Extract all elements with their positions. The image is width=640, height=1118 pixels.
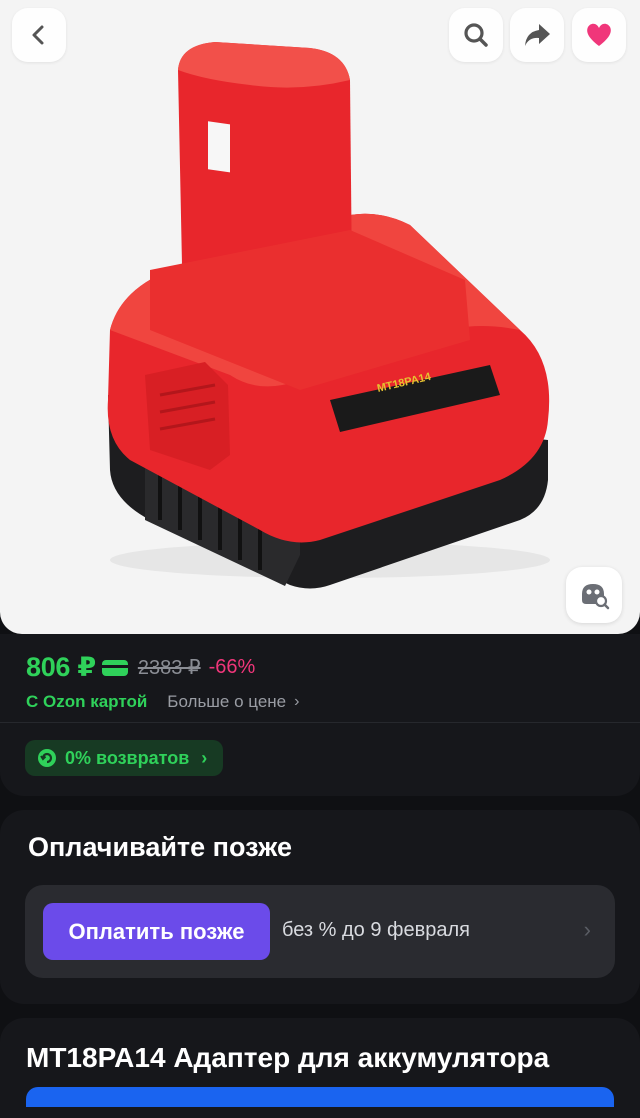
chevron-right-icon: › — [583, 917, 591, 942]
pay-later-section: Оплачивайте позже Оплатить позже без % д… — [0, 810, 640, 1004]
chevron-right-icon: › — [294, 693, 300, 710]
price-details[interactable]: С Ozon картой Больше о цене › — [26, 692, 299, 712]
back-button[interactable] — [12, 8, 66, 62]
divider — [0, 722, 640, 723]
price-row[interactable]: 806 ₽ 2383 ₽ -66% — [26, 652, 255, 683]
ozon-card-label: С Ozon картой — [26, 692, 148, 711]
chevron-right-icon: › — [201, 747, 208, 768]
favorite-button[interactable] — [572, 8, 626, 62]
discount-badge: -66% — [208, 656, 256, 678]
product-image-gallery[interactable]: MT18PA14 — [0, 0, 640, 634]
share-button[interactable] — [510, 8, 564, 62]
chevron-left-icon — [32, 25, 44, 45]
image-search-icon — [582, 584, 610, 610]
search-icon — [464, 23, 488, 47]
pay-later-button[interactable]: Оплатить позже — [43, 903, 270, 960]
share-arrow-icon — [525, 24, 550, 46]
product-banner[interactable] — [26, 1087, 614, 1107]
pay-later-title: Оплачивайте позже — [28, 832, 292, 862]
product-title-section: MT18PA14 Адаптер для аккумулятора — [0, 1018, 640, 1118]
heart-icon — [587, 23, 611, 46]
ozon-card-icon — [101, 659, 128, 676]
pay-later-description: без % до 9 февраля — [282, 919, 470, 941]
returns-badge[interactable]: 0% возвратов › — [25, 740, 224, 776]
product-photo: MT18PA14 — [107, 42, 550, 589]
old-price: 2383 ₽ — [137, 657, 201, 679]
current-price: 806 ₽ — [26, 652, 96, 682]
returns-label: 0% возвратов — [65, 747, 190, 768]
search-button[interactable] — [449, 8, 503, 62]
visual-search-button[interactable] — [566, 567, 622, 623]
more-price-link[interactable]: Больше о цене — [167, 692, 286, 712]
product-title: MT18PA14 Адаптер для аккумулятора — [26, 1042, 550, 1073]
return-icon — [38, 749, 56, 767]
price-section: 806 ₽ 2383 ₽ -66% С Ozon картой Больше о… — [0, 634, 640, 796]
pay-later-option[interactable]: Оплатить позже без % до 9 февраля › — [25, 885, 615, 978]
